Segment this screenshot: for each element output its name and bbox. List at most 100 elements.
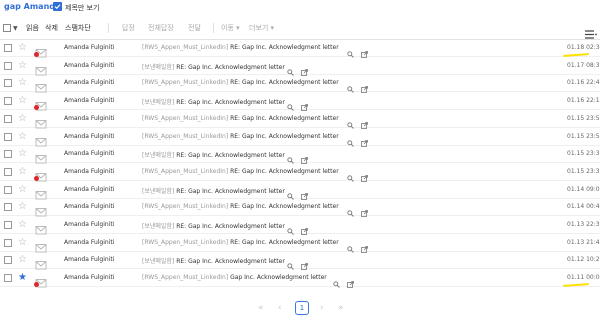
row-checkbox[interactable] xyxy=(4,167,12,176)
email-subject[interactable]: [보낸메일함] RE: Gap Inc. Acknowledgment lett… xyxy=(142,150,285,159)
email-subject[interactable]: [RWS_Appen_Must_LinkedIn] RE: Gap Inc. A… xyxy=(142,239,339,246)
sender-name[interactable]: Amanda Fulginiti xyxy=(64,168,114,175)
row-checkbox[interactable] xyxy=(4,79,12,88)
star-icon[interactable]: ☆ xyxy=(18,201,27,213)
email-subject[interactable]: [보낸메일함] RE: Gap Inc. Acknowledgment lett… xyxy=(142,256,285,265)
sender-name[interactable]: Amanda Fulginiti xyxy=(64,221,114,228)
mailbox-title: gap Amanda xyxy=(4,2,61,11)
sender-name[interactable]: Amanda Fulginiti xyxy=(64,274,114,281)
prev-page-icon[interactable]: ‹ xyxy=(278,303,282,313)
sender-name[interactable]: Amanda Fulginiti xyxy=(64,256,114,263)
email-subject[interactable]: [보낸메일함] RE: Gap Inc. Acknowledgment lett… xyxy=(142,186,285,195)
email-subject[interactable]: [보낸메일함] RE: Gap Inc. Acknowledgment lett… xyxy=(142,97,285,106)
email-row[interactable]: ☆ Amanda Fulginiti [보낸메일함] RE: Gap Inc. … xyxy=(0,252,600,271)
sender-name[interactable]: Amanda Fulginiti xyxy=(64,115,114,122)
sender-name[interactable]: Amanda Fulginiti xyxy=(64,150,114,157)
email-subject[interactable]: [RWS_Appen_Must_LinkedIn] RE: Gap Inc. A… xyxy=(142,44,339,51)
row-checkbox[interactable] xyxy=(4,203,12,212)
row-checkbox[interactable] xyxy=(4,132,12,141)
mailbox-tag: [RWS_Appen_Must_LinkedIn] xyxy=(142,203,229,211)
row-checkbox[interactable] xyxy=(4,221,12,229)
row-checkbox[interactable] xyxy=(4,44,12,52)
open-new-window-icon[interactable] xyxy=(347,281,355,288)
email-subject[interactable]: [RWS_Appen_Must_LinkedIn] RE: Gap Inc. A… xyxy=(142,168,339,175)
row-checkbox[interactable] xyxy=(4,150,12,159)
subject-text: RE: Gap Inc. Acknowledgment letter xyxy=(230,79,339,87)
more-button[interactable]: 더보기 ▾ xyxy=(249,23,274,33)
email-row[interactable]: ☆ Amanda Fulginiti [보낸메일함] RE: Gap Inc. … xyxy=(0,93,600,111)
email-row[interactable]: ☆ Amanda Fulginiti [RWS_Appen_Must_Linke… xyxy=(0,235,600,253)
email-date: 01.13 21:43 xyxy=(567,238,600,246)
subject-text: RE: Gap Inc. Acknowledgment letter xyxy=(230,114,339,122)
row-checkbox[interactable] xyxy=(4,256,12,265)
email-row[interactable]: ☆ Amanda Fulginiti [보낸메일함] RE: Gap Inc. … xyxy=(0,182,600,200)
sender-name[interactable]: Amanda Fulginiti xyxy=(64,239,114,246)
unread-mail-icon[interactable] xyxy=(33,273,47,292)
select-all-checkbox[interactable] xyxy=(3,24,11,32)
email-row[interactable]: ☆ Amanda Fulginiti [RWS_Appen_Must_Linke… xyxy=(0,199,600,218)
email-subject[interactable]: [RWS_Appen_Must_LinkedIn] RE: Gap Inc. A… xyxy=(142,115,339,122)
last-page-icon[interactable]: » xyxy=(338,303,344,313)
sender-name[interactable]: Amanda Fulginiti xyxy=(64,203,114,210)
email-row[interactable]: ★ Amanda Fulginiti [RWS_Appen_Must_Linke… xyxy=(0,270,600,288)
toolbar: ▼ 읽음 삭제 스팸차단 답장 전체답장 전달 이동 ▾ 더보기 ▾ xyxy=(0,20,600,39)
star-icon[interactable]: ☆ xyxy=(18,219,27,231)
title-only-checkbox[interactable] xyxy=(53,2,62,11)
delete-button[interactable]: 삭제 xyxy=(45,23,58,33)
read-button[interactable]: 읽음 xyxy=(26,23,39,33)
next-page-icon[interactable]: › xyxy=(320,303,324,313)
reply-button[interactable]: 답장 xyxy=(122,23,135,33)
email-row[interactable]: ☆ Amanda Fulginiti [RWS_Appen_Must_Linke… xyxy=(0,129,600,147)
search-icon[interactable] xyxy=(333,281,341,288)
star-icon[interactable]: ☆ xyxy=(18,148,27,160)
sender-name[interactable]: Amanda Fulginiti xyxy=(64,62,114,69)
star-icon[interactable]: ☆ xyxy=(18,131,27,143)
email-subject[interactable]: [RWS_Appen_Must_LinkedIn] Gap Inc. Ackno… xyxy=(142,274,327,281)
email-row[interactable]: ☆ Amanda Fulginiti [RWS_Appen_Must_Linke… xyxy=(0,111,600,129)
email-subject[interactable]: [RWS_Appen_Must_LinkedIn] RE: Gap Inc. A… xyxy=(142,79,339,86)
email-subject[interactable]: [RWS_Appen_Must_LinkedIn] RE: Gap Inc. A… xyxy=(142,133,339,140)
sender-name[interactable]: Amanda Fulginiti xyxy=(64,186,114,193)
subject-text: RE: Gap Inc. Acknowledgment letter xyxy=(230,238,339,246)
email-subject[interactable]: [RWS_Appen_Must_LinkedIn] RE: Gap Inc. A… xyxy=(142,203,339,210)
email-row[interactable]: ☆ Amanda Fulginiti [보낸메일함] RE: Gap Inc. … xyxy=(0,146,600,165)
star-icon[interactable]: ☆ xyxy=(18,184,27,196)
row-checkbox[interactable] xyxy=(4,114,12,123)
move-button[interactable]: 이동 ▾ xyxy=(221,23,240,33)
current-page-button[interactable]: 1 xyxy=(295,301,309,315)
star-icon[interactable]: ☆ xyxy=(18,77,27,89)
sender-name[interactable]: Amanda Fulginiti xyxy=(64,133,114,140)
star-icon[interactable]: ☆ xyxy=(18,60,27,72)
forward-button[interactable]: 전달 xyxy=(188,23,201,33)
sender-name[interactable]: Amanda Fulginiti xyxy=(64,79,114,86)
email-subject[interactable]: [보낸메일함] RE: Gap Inc. Acknowledgment lett… xyxy=(142,62,285,71)
email-row[interactable]: ☆ Amanda Fulginiti [RWS_Appen_Must_Linke… xyxy=(0,75,600,94)
star-icon[interactable]: ☆ xyxy=(18,166,27,178)
star-icon[interactable]: ☆ xyxy=(18,42,27,54)
star-icon[interactable]: ☆ xyxy=(18,113,27,125)
email-row[interactable]: ☆ Amanda Fulginiti [RWS_Appen_Must_Linke… xyxy=(0,40,600,58)
row-checkbox[interactable] xyxy=(4,238,12,247)
sender-name[interactable]: Amanda Fulginiti xyxy=(64,44,114,51)
star-icon[interactable]: ☆ xyxy=(18,95,27,107)
row-checkbox[interactable] xyxy=(4,61,12,70)
email-row[interactable]: ☆ Amanda Fulginiti [RWS_Appen_Must_Linke… xyxy=(0,164,600,182)
row-checkbox[interactable] xyxy=(4,97,12,106)
star-icon[interactable]: ☆ xyxy=(18,254,27,266)
email-row[interactable]: ☆ Amanda Fulginiti [보낸메일함] RE: Gap Inc. … xyxy=(0,58,600,76)
email-row[interactable]: ☆ Amanda Fulginiti [보낸메일함] RE: Gap Inc. … xyxy=(0,217,600,235)
row-checkbox[interactable] xyxy=(4,274,12,283)
row-actions xyxy=(333,273,355,292)
reply-all-button[interactable]: 전체답장 xyxy=(148,23,174,33)
subject-text: RE: Gap Inc. Acknowledgment letter xyxy=(176,258,285,266)
email-date: 01.11 00:06 xyxy=(567,274,600,282)
email-subject[interactable]: [보낸메일함] RE: Gap Inc. Acknowledgment lett… xyxy=(142,221,285,230)
star-icon[interactable]: ★ xyxy=(18,272,27,284)
spam-block-button[interactable]: 스팸차단 xyxy=(65,23,91,33)
sender-name[interactable]: Amanda Fulginiti xyxy=(64,97,114,104)
select-dropdown-icon[interactable]: ▼ xyxy=(13,25,18,32)
star-icon[interactable]: ☆ xyxy=(18,237,27,249)
first-page-icon[interactable]: « xyxy=(258,303,264,313)
row-checkbox[interactable] xyxy=(4,185,12,194)
email-date: 01.15 23:35 xyxy=(567,167,600,175)
